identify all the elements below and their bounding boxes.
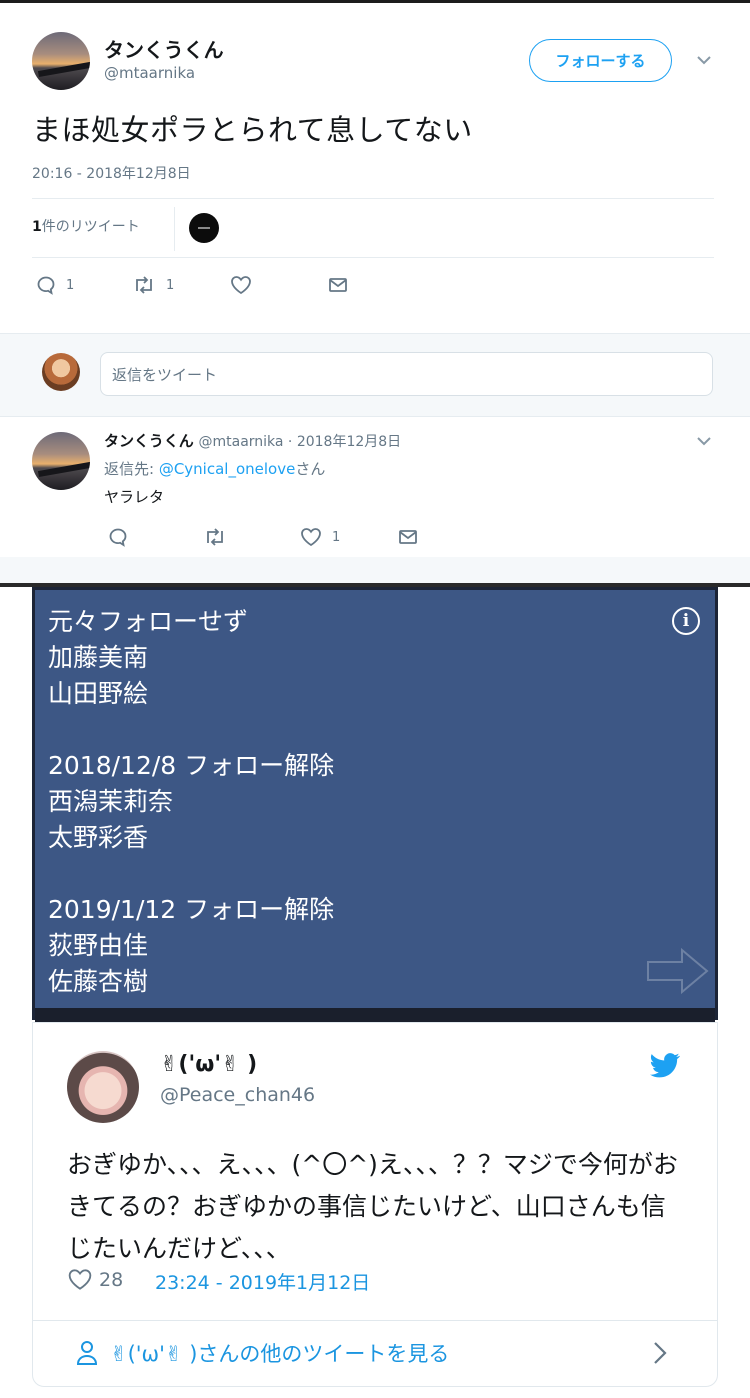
like-action[interactable]: [230, 275, 252, 295]
embedded-handle[interactable]: @Peace_chan46: [160, 1084, 315, 1106]
divider: [32, 257, 714, 258]
retweet-count-number: 1: [32, 219, 42, 235]
heart-icon: [68, 1269, 92, 1290]
chevron-right-icon[interactable]: [652, 1340, 668, 1366]
more-tweets-link[interactable]: ✌('ω'✌ )さんの他のツイートを見る: [76, 1338, 449, 1368]
user-icon: [76, 1341, 98, 1365]
section-gap: [0, 557, 750, 583]
card-line: 西潟茉莉奈: [48, 787, 174, 816]
heart-icon: [301, 528, 321, 547]
author-display-name[interactable]: タンくうくん: [104, 34, 224, 63]
current-user-avatar: [42, 353, 80, 391]
reply-suffix: さん: [295, 460, 326, 478]
info-icon[interactable]: i: [672, 607, 700, 635]
divider: [32, 198, 714, 199]
reply-action[interactable]: [108, 527, 128, 547]
media-bottom-strip: [35, 1008, 715, 1022]
mail-icon: [399, 530, 417, 544]
retweet-count-label: 件のリツイート: [41, 219, 140, 235]
message-action[interactable]: [398, 528, 418, 546]
reply-icon: [37, 276, 55, 295]
reply-to-link[interactable]: @Cynical_onelove: [159, 460, 296, 478]
message-action[interactable]: [328, 276, 348, 294]
retweet-icon: [136, 276, 152, 294]
chevron-down-icon[interactable]: [697, 55, 711, 65]
like-action[interactable]: 1: [300, 527, 340, 547]
reply-icon: [109, 528, 127, 547]
follow-button[interactable]: フォローする: [529, 39, 672, 82]
card-line: 佐藤杏樹: [48, 967, 149, 996]
embedded-like[interactable]: 28: [67, 1268, 123, 1291]
retweet-action[interactable]: [203, 527, 227, 547]
reply-display-name[interactable]: タンくうくん: [104, 432, 194, 450]
twitter-bird-icon[interactable]: [650, 1053, 680, 1078]
card-line: 2018/12/8 フォロー解除: [48, 751, 335, 780]
divider: [32, 1320, 718, 1321]
card-line: 荻野由佳: [48, 931, 149, 960]
reply-header: タンくうくん @mtaarnika · 2018年12月8日: [104, 430, 401, 451]
author-handle[interactable]: @mtaarnika: [104, 64, 195, 82]
retweeter-avatar[interactable]: [189, 213, 219, 243]
embedded-author-avatar[interactable]: [67, 1051, 139, 1123]
heart-icon: [231, 276, 251, 295]
reply-count: 1: [66, 277, 75, 293]
more-tweets-label: ✌('ω'✌ )さんの他のツイートを見る: [110, 1342, 450, 1366]
top-border: [0, 0, 750, 3]
like-count: 1: [332, 529, 341, 545]
mail-icon: [329, 278, 347, 292]
card-line: 元々フォローせず: [48, 607, 249, 636]
card-line: 山田野絵: [48, 679, 149, 708]
reply-author-avatar[interactable]: [32, 432, 90, 490]
divider: [174, 207, 175, 251]
retweet-count-action: 1: [166, 277, 175, 293]
retweet-action[interactable]: 1: [132, 275, 174, 295]
card-line: 太野彩香: [48, 823, 149, 852]
tweet-timestamp[interactable]: 20:16 - 2018年12月8日: [32, 163, 191, 183]
retweet-count[interactable]: 1件のリツイート: [32, 216, 140, 236]
embedded-timestamp[interactable]: 23:24 - 2019年1月12日: [155, 1268, 370, 1295]
replying-to: 返信先: @Cynical_oneloveさん: [104, 458, 325, 479]
author-avatar[interactable]: [32, 32, 90, 90]
chevron-down-icon[interactable]: [697, 436, 711, 446]
reply-meta[interactable]: @mtaarnika · 2018年12月8日: [198, 434, 401, 450]
reply-prefix: 返信先:: [104, 460, 159, 478]
tweet-text: まほ処女ポラとられて息してない: [32, 113, 473, 147]
embedded-tweet-text: おぎゆか、、、え、、、(^〇^)え、、、？？マジで今何がおきてるの？おぎゆかの事…: [67, 1150, 678, 1263]
screenshot: タンくうくん @mtaarnika フォローする まほ処女ポラとられて息してない…: [0, 0, 750, 1398]
reply-input[interactable]: 返信をツイート: [100, 352, 713, 396]
card-line: 2019/1/12 フォロー解除: [48, 895, 335, 924]
embedded-display-name[interactable]: ✌('ω'✌ ): [160, 1052, 257, 1077]
arrow-right-icon: [647, 947, 709, 995]
retweet-icon: [207, 528, 223, 546]
card-line: 加藤美南: [48, 643, 149, 672]
reply-action[interactable]: 1: [36, 275, 74, 295]
embedded-like-count: 28: [99, 1268, 124, 1291]
media-card[interactable]: 元々フォローせず 加藤美南 山田野絵 2018/12/8 フォロー解除 西潟茉莉…: [35, 590, 715, 1008]
reply-text: ヤラレタ: [104, 488, 165, 506]
